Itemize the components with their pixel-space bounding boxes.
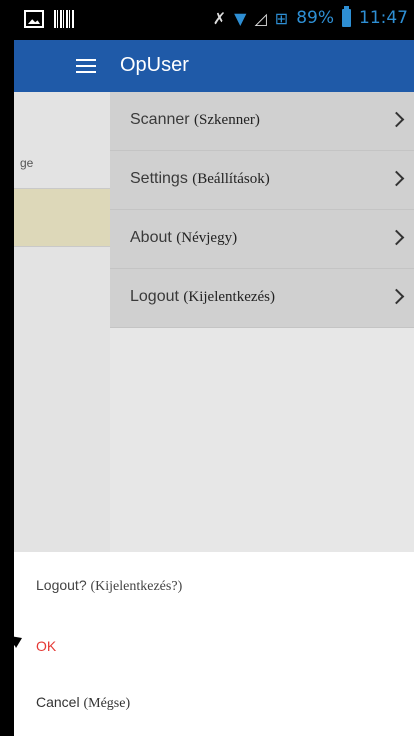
menu-item-settings[interactable]: Settings (Beállítások) [110,151,414,210]
menu-item-scanner[interactable]: Scanner (Szkenner) [110,92,414,151]
wifi-icon: ▼ [234,8,247,28]
image-icon [24,10,44,28]
battery-percent: 89% [296,8,334,28]
divider [14,246,110,247]
status-left-icons [24,10,74,28]
app-screen: ✗ ▼ ◿ ⊞ 89% 11:47 OpUser ge Scanner (Szk… [0,0,414,736]
hamburger-menu-icon[interactable] [74,55,98,77]
background-content: ge [14,92,110,552]
status-bar: ✗ ▼ ◿ ⊞ 89% 11:47 [14,0,414,40]
signal-icon: ◿ [254,8,267,28]
mute-icon: ✗ [212,8,227,28]
menu-item-label-en: Logout [130,288,179,305]
ok-button[interactable]: OK [36,638,56,654]
logout-dialog: Logout? (Kijelentkezés?) OK Cancel (Mégs… [14,552,414,736]
menu-item-logout[interactable]: Logout (Kijelentkezés) [110,269,414,328]
navigation-drawer: Scanner (Szkenner) Settings (Beállítások… [110,92,414,552]
dialog-title-hu: (Kijelentkezés?) [90,579,183,594]
clock: 11:47 [359,8,408,28]
menu-item-label: About (Névjegy) [130,229,237,247]
menu-item-label-en: About [130,229,172,246]
menu-item-label-hu: (Kijelentkezés) [183,289,276,305]
chevron-right-icon [388,170,405,187]
drawer-menu-list: Scanner (Szkenner) Settings (Beállítások… [110,92,414,328]
network-icon: ⊞ [274,8,289,28]
menu-item-about[interactable]: About (Névjegy) [110,210,414,269]
menu-item-label-hu: (Beállítások) [192,171,270,187]
drawer-empty-area [110,332,414,552]
screen-border [0,0,14,736]
menu-item-label-en: Settings [130,170,188,187]
app-bar: OpUser [14,40,414,92]
battery-icon [342,6,351,27]
highlighted-row [14,189,110,246]
barcode-icon [54,10,74,28]
chevron-right-icon [388,288,405,305]
truncated-text: ge [20,156,34,170]
status-right-icons: ✗ ▼ ◿ ⊞ 89% 11:47 [212,6,408,28]
app-title: OpUser [120,54,189,76]
menu-item-label: Settings (Beállítások) [130,170,270,188]
menu-item-label: Scanner (Szkenner) [130,111,260,129]
menu-item-label: Logout (Kijelentkezés) [130,288,275,306]
cancel-label-en: Cancel [36,694,80,710]
chevron-right-icon [388,111,405,128]
menu-line [76,59,96,61]
menu-line [76,65,96,67]
menu-item-label-en: Scanner [130,111,190,128]
dialog-title-en: Logout? [36,577,87,593]
cancel-button[interactable]: Cancel (Mégse) [36,694,130,712]
menu-line [76,71,96,73]
pointer-arrow-icon [0,636,22,658]
chevron-right-icon [388,229,405,246]
menu-item-label-hu: (Névjegy) [176,230,238,246]
cancel-label-hu: (Mégse) [83,696,131,711]
menu-item-label-hu: (Szkenner) [194,112,260,128]
dialog-title: Logout? (Kijelentkezés?) [36,577,182,595]
